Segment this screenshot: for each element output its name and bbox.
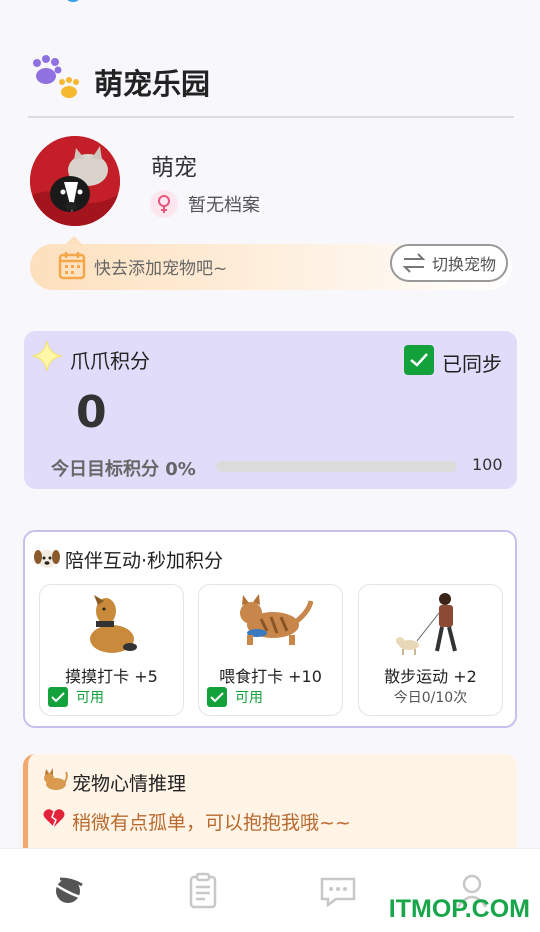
goal-max: 100: [472, 455, 503, 474]
check-icon: [48, 687, 68, 707]
chat-icon: [320, 877, 356, 908]
task-status: 可用: [207, 687, 263, 707]
female-icon: [150, 190, 178, 218]
mood-title: 宠物心情推理: [72, 773, 187, 795]
interact-card: 陪伴互动·秒加积分 摸摸打卡 +5 可用 喂食打卡 +10 可用 散步运动 +2…: [23, 530, 517, 728]
home-icon: [55, 877, 83, 903]
dog-face-icon: [33, 546, 61, 570]
check-icon: [410, 353, 428, 367]
bubble-notch: [66, 236, 82, 244]
check-icon: [207, 687, 227, 707]
points-card: 爪爪积分 已同步 0 今日目标积分 0% 100: [24, 331, 517, 489]
task-pet-checkin[interactable]: 摸摸打卡 +5 可用: [39, 584, 184, 716]
cat-with-fish-icon: [227, 591, 314, 657]
calendar-icon: [58, 250, 86, 280]
cat-icon: [42, 768, 68, 792]
points-value: 0: [76, 387, 107, 438]
task-count: 今日0/10次: [393, 690, 468, 706]
header: 萌宠乐园: [28, 54, 514, 118]
archive-row: 暂无档案: [150, 190, 260, 218]
swap-icon: [402, 253, 426, 273]
paw-icon: [28, 54, 88, 106]
task-label: 散步运动 +2: [384, 667, 477, 686]
tab-messages[interactable]: [318, 871, 358, 911]
add-pet-text: 快去添加宠物吧~: [94, 259, 228, 279]
add-pet-bar[interactable]: 快去添加宠物吧~ 切换宠物: [30, 236, 512, 290]
task-walk[interactable]: 散步运动 +2 今日0/10次: [358, 584, 503, 716]
interact-title: 陪伴互动·秒加积分: [65, 550, 224, 572]
page-title: 萌宠乐园: [94, 67, 211, 101]
task-status-text: 可用: [235, 690, 263, 706]
bottom-tab-bar: ITMOP.COM: [0, 848, 540, 932]
switch-pet-button[interactable]: 切换宠物: [390, 244, 508, 282]
goal-label: 今日目标积分 0%: [51, 459, 196, 480]
task-feed-checkin[interactable]: 喂食打卡 +10 可用: [198, 584, 343, 716]
pet-name: 萌宠: [151, 155, 197, 181]
sync-checkbox[interactable]: [404, 345, 434, 375]
pet-avatar[interactable]: [30, 136, 120, 226]
mood-text: 稍微有点孤单，可以抱抱我哦~~: [72, 812, 351, 834]
task-label: 摸摸打卡 +5: [65, 667, 158, 686]
switch-pet-label: 切换宠物: [431, 255, 496, 274]
woman-walking-dog-icon: [387, 591, 473, 657]
sync-label: 已同步: [442, 352, 502, 376]
archive-status: 暂无档案: [188, 195, 260, 216]
sparkle-icon: [31, 340, 63, 372]
task-status-text: 可用: [76, 690, 104, 706]
tab-records[interactable]: [183, 871, 223, 911]
task-label: 喂食打卡 +10: [219, 667, 322, 686]
dog-sitting-icon: [68, 591, 154, 657]
tab-home[interactable]: [48, 871, 88, 911]
goal-progress-bar: [216, 461, 457, 472]
points-title: 爪爪积分: [70, 349, 150, 373]
broken-heart-icon: [42, 806, 66, 830]
task-status: 可用: [48, 687, 104, 707]
clipboard-icon: [189, 872, 217, 909]
watermark: ITMOP.COM: [388, 895, 530, 923]
status-indicator: [64, 0, 82, 2]
pet-profile: 萌宠 暂无档案: [30, 136, 510, 228]
